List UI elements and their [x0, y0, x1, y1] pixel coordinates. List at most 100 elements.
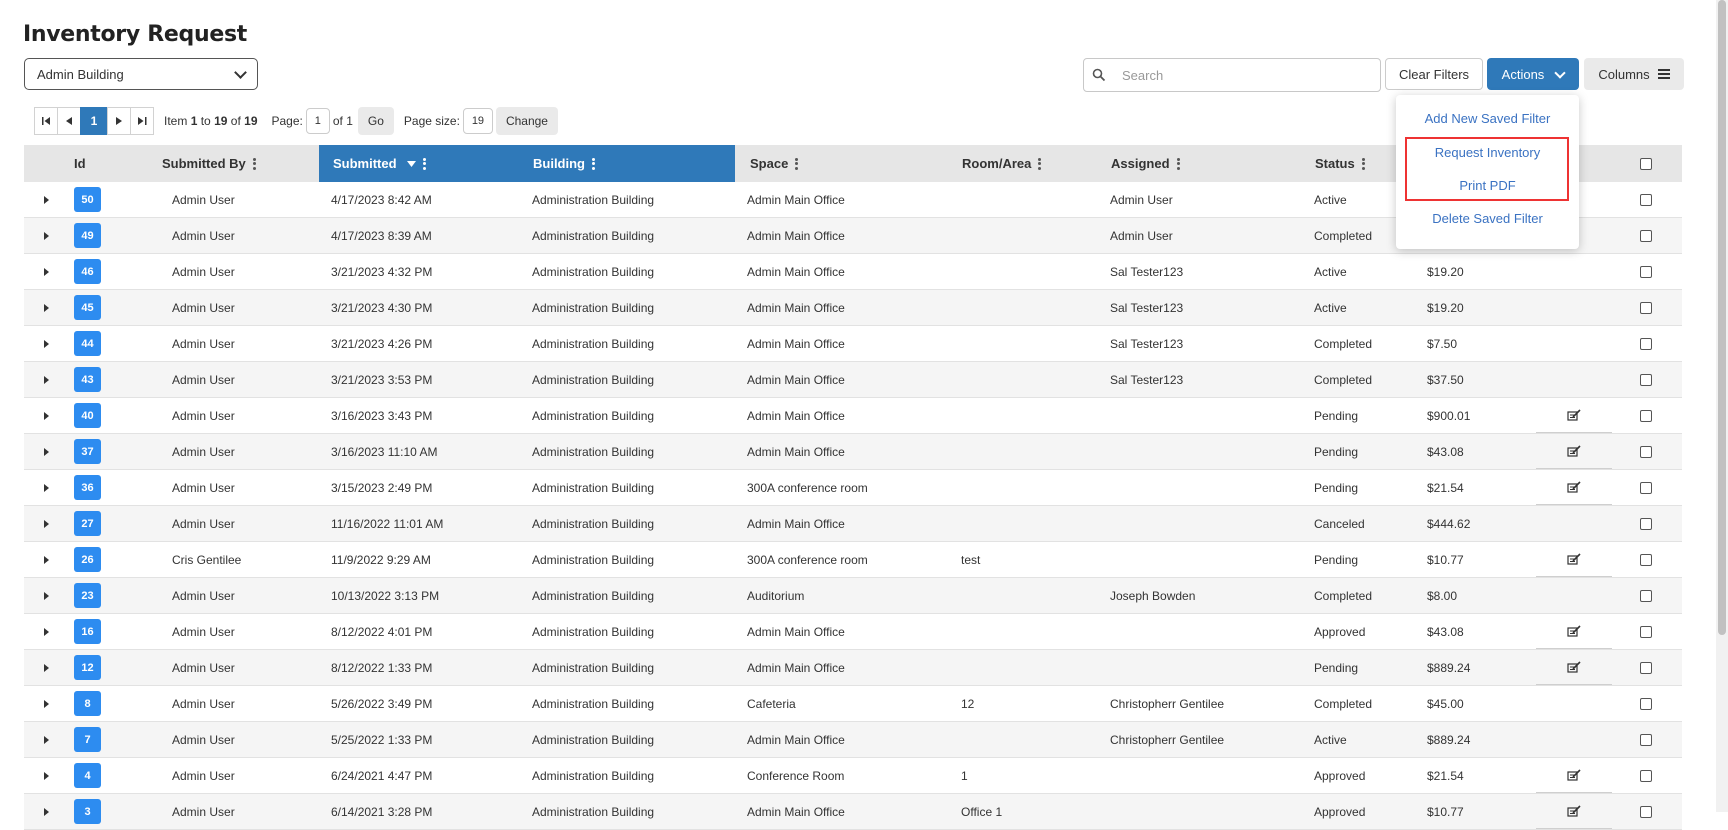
row-expander[interactable] — [44, 542, 49, 577]
table-row[interactable]: 12 Admin User 8/12/2022 1:33 PM Administrat… — [24, 650, 1682, 686]
id-badge[interactable]: 8 — [74, 691, 101, 716]
row-expander[interactable] — [44, 506, 49, 541]
id-badge[interactable]: 49 — [74, 223, 101, 248]
search-input[interactable] — [1120, 66, 1364, 84]
cell-id[interactable]: 4 — [74, 758, 101, 793]
checkbox[interactable] — [1640, 517, 1652, 530]
row-select[interactable] — [1640, 254, 1652, 289]
row-select[interactable] — [1640, 362, 1652, 397]
col-header-space[interactable]: Space — [750, 145, 799, 182]
vertical-scrollbar[interactable] — [1716, 0, 1728, 812]
table-row[interactable]: 16 Admin User 8/12/2022 4:01 PM Administrat… — [24, 614, 1682, 650]
edit-button[interactable] — [1536, 651, 1612, 685]
edit-button[interactable] — [1536, 399, 1612, 433]
checkbox[interactable] — [1640, 337, 1652, 350]
cell-edit[interactable] — [1536, 398, 1612, 433]
next-page-button[interactable] — [107, 107, 131, 135]
row-select[interactable] — [1640, 290, 1652, 325]
col-header-assigned[interactable]: Assigned — [1111, 145, 1180, 182]
cell-edit[interactable] — [1536, 470, 1612, 505]
table-row[interactable]: 26 Cris Gentilee 11/9/2022 9:29 AM Administ… — [24, 542, 1682, 578]
cell-id[interactable]: 44 — [74, 326, 101, 361]
cell-id[interactable]: 36 — [74, 470, 101, 505]
table-row[interactable]: 3 Admin User 6/14/2021 3:28 PM Administrati… — [24, 794, 1682, 830]
row-select[interactable] — [1640, 218, 1652, 253]
row-expander[interactable] — [44, 578, 49, 613]
cell-id[interactable]: 37 — [74, 434, 101, 469]
checkbox[interactable] — [1640, 553, 1652, 566]
id-badge[interactable]: 26 — [74, 547, 101, 572]
column-menu-icon[interactable] — [422, 156, 426, 171]
first-page-button[interactable] — [34, 107, 58, 135]
column-menu-icon[interactable] — [795, 156, 799, 171]
cell-edit[interactable] — [1536, 650, 1612, 685]
cell-id[interactable]: 40 — [74, 398, 101, 433]
row-expander[interactable] — [44, 182, 49, 217]
col-header-id[interactable]: Id — [74, 145, 86, 182]
table-row[interactable]: 27 Admin User 11/16/2022 11:01 AM Administr… — [24, 506, 1682, 542]
table-row[interactable]: 46 Admin User 3/21/2023 4:32 PM Administrat… — [24, 254, 1682, 290]
table-row[interactable]: 37 Admin User 3/16/2023 11:10 AM Administra… — [24, 434, 1682, 470]
checkbox[interactable] — [1640, 661, 1652, 674]
menu-item-delete-saved-filter[interactable]: Delete Saved Filter — [1396, 211, 1579, 226]
id-badge[interactable]: 37 — [74, 439, 101, 464]
edit-button[interactable] — [1536, 615, 1612, 649]
search-box[interactable] — [1083, 58, 1381, 92]
column-menu-icon[interactable] — [1176, 156, 1180, 171]
checkbox[interactable] — [1640, 409, 1652, 422]
go-button[interactable]: Go — [357, 107, 394, 135]
id-badge[interactable]: 7 — [74, 727, 101, 752]
row-expander[interactable] — [44, 758, 49, 793]
row-select[interactable] — [1640, 506, 1652, 541]
cell-id[interactable]: 49 — [74, 218, 101, 253]
checkbox[interactable] — [1640, 481, 1652, 494]
table-row[interactable]: 40 Admin User 3/16/2023 3:43 PM Administrat… — [24, 398, 1682, 434]
cell-edit[interactable] — [1536, 758, 1612, 793]
col-header-building[interactable]: Building — [533, 145, 595, 182]
row-select[interactable] — [1640, 650, 1652, 685]
cell-edit[interactable] — [1536, 542, 1612, 577]
id-badge[interactable]: 16 — [74, 619, 101, 644]
cell-id[interactable]: 50 — [74, 182, 101, 217]
edit-button[interactable] — [1536, 543, 1612, 577]
column-menu-icon[interactable] — [252, 156, 256, 171]
id-badge[interactable]: 45 — [74, 295, 101, 320]
cell-id[interactable]: 27 — [74, 506, 101, 541]
select-all-checkbox[interactable] — [1640, 145, 1652, 182]
cell-edit[interactable] — [1536, 614, 1612, 649]
col-header-submitted-by[interactable]: Submitted By — [162, 145, 256, 182]
id-badge[interactable]: 43 — [74, 367, 101, 392]
row-expander[interactable] — [44, 650, 49, 685]
checkbox[interactable] — [1640, 193, 1652, 206]
checkbox[interactable] — [1640, 733, 1652, 746]
checkbox[interactable] — [1640, 625, 1652, 638]
columns-button[interactable]: Columns — [1584, 58, 1684, 90]
change-button[interactable]: Change — [495, 107, 558, 135]
id-badge[interactable]: 50 — [74, 187, 101, 212]
row-expander[interactable] — [44, 218, 49, 253]
cell-id[interactable]: 26 — [74, 542, 101, 577]
id-badge[interactable]: 4 — [74, 763, 101, 788]
row-expander[interactable] — [44, 254, 49, 289]
checkbox[interactable] — [1640, 697, 1652, 710]
id-badge[interactable]: 44 — [74, 331, 101, 356]
id-badge[interactable]: 23 — [74, 583, 101, 608]
id-badge[interactable]: 12 — [74, 655, 101, 680]
edit-button[interactable] — [1536, 435, 1612, 469]
table-row[interactable]: 23 Admin User 10/13/2022 3:13 PM Administra… — [24, 578, 1682, 614]
id-badge[interactable]: 46 — [74, 259, 101, 284]
row-select[interactable] — [1640, 614, 1652, 649]
column-menu-icon[interactable] — [1361, 156, 1365, 171]
row-expander[interactable] — [44, 434, 49, 469]
table-row[interactable]: 36 Admin User 3/15/2023 2:49 PM Administrat… — [24, 470, 1682, 506]
column-menu-icon[interactable] — [1038, 156, 1042, 171]
current-page-button[interactable]: 1 — [80, 107, 108, 135]
table-row[interactable]: 45 Admin User 3/21/2023 4:30 PM Administrat… — [24, 290, 1682, 326]
cell-edit[interactable] — [1536, 434, 1612, 469]
col-header-room-area[interactable]: Room/Area — [962, 145, 1042, 182]
checkbox[interactable] — [1640, 301, 1652, 314]
row-select[interactable] — [1640, 758, 1652, 793]
actions-button[interactable]: Actions — [1487, 58, 1579, 90]
checkbox[interactable] — [1640, 265, 1652, 278]
row-select[interactable] — [1640, 398, 1652, 433]
